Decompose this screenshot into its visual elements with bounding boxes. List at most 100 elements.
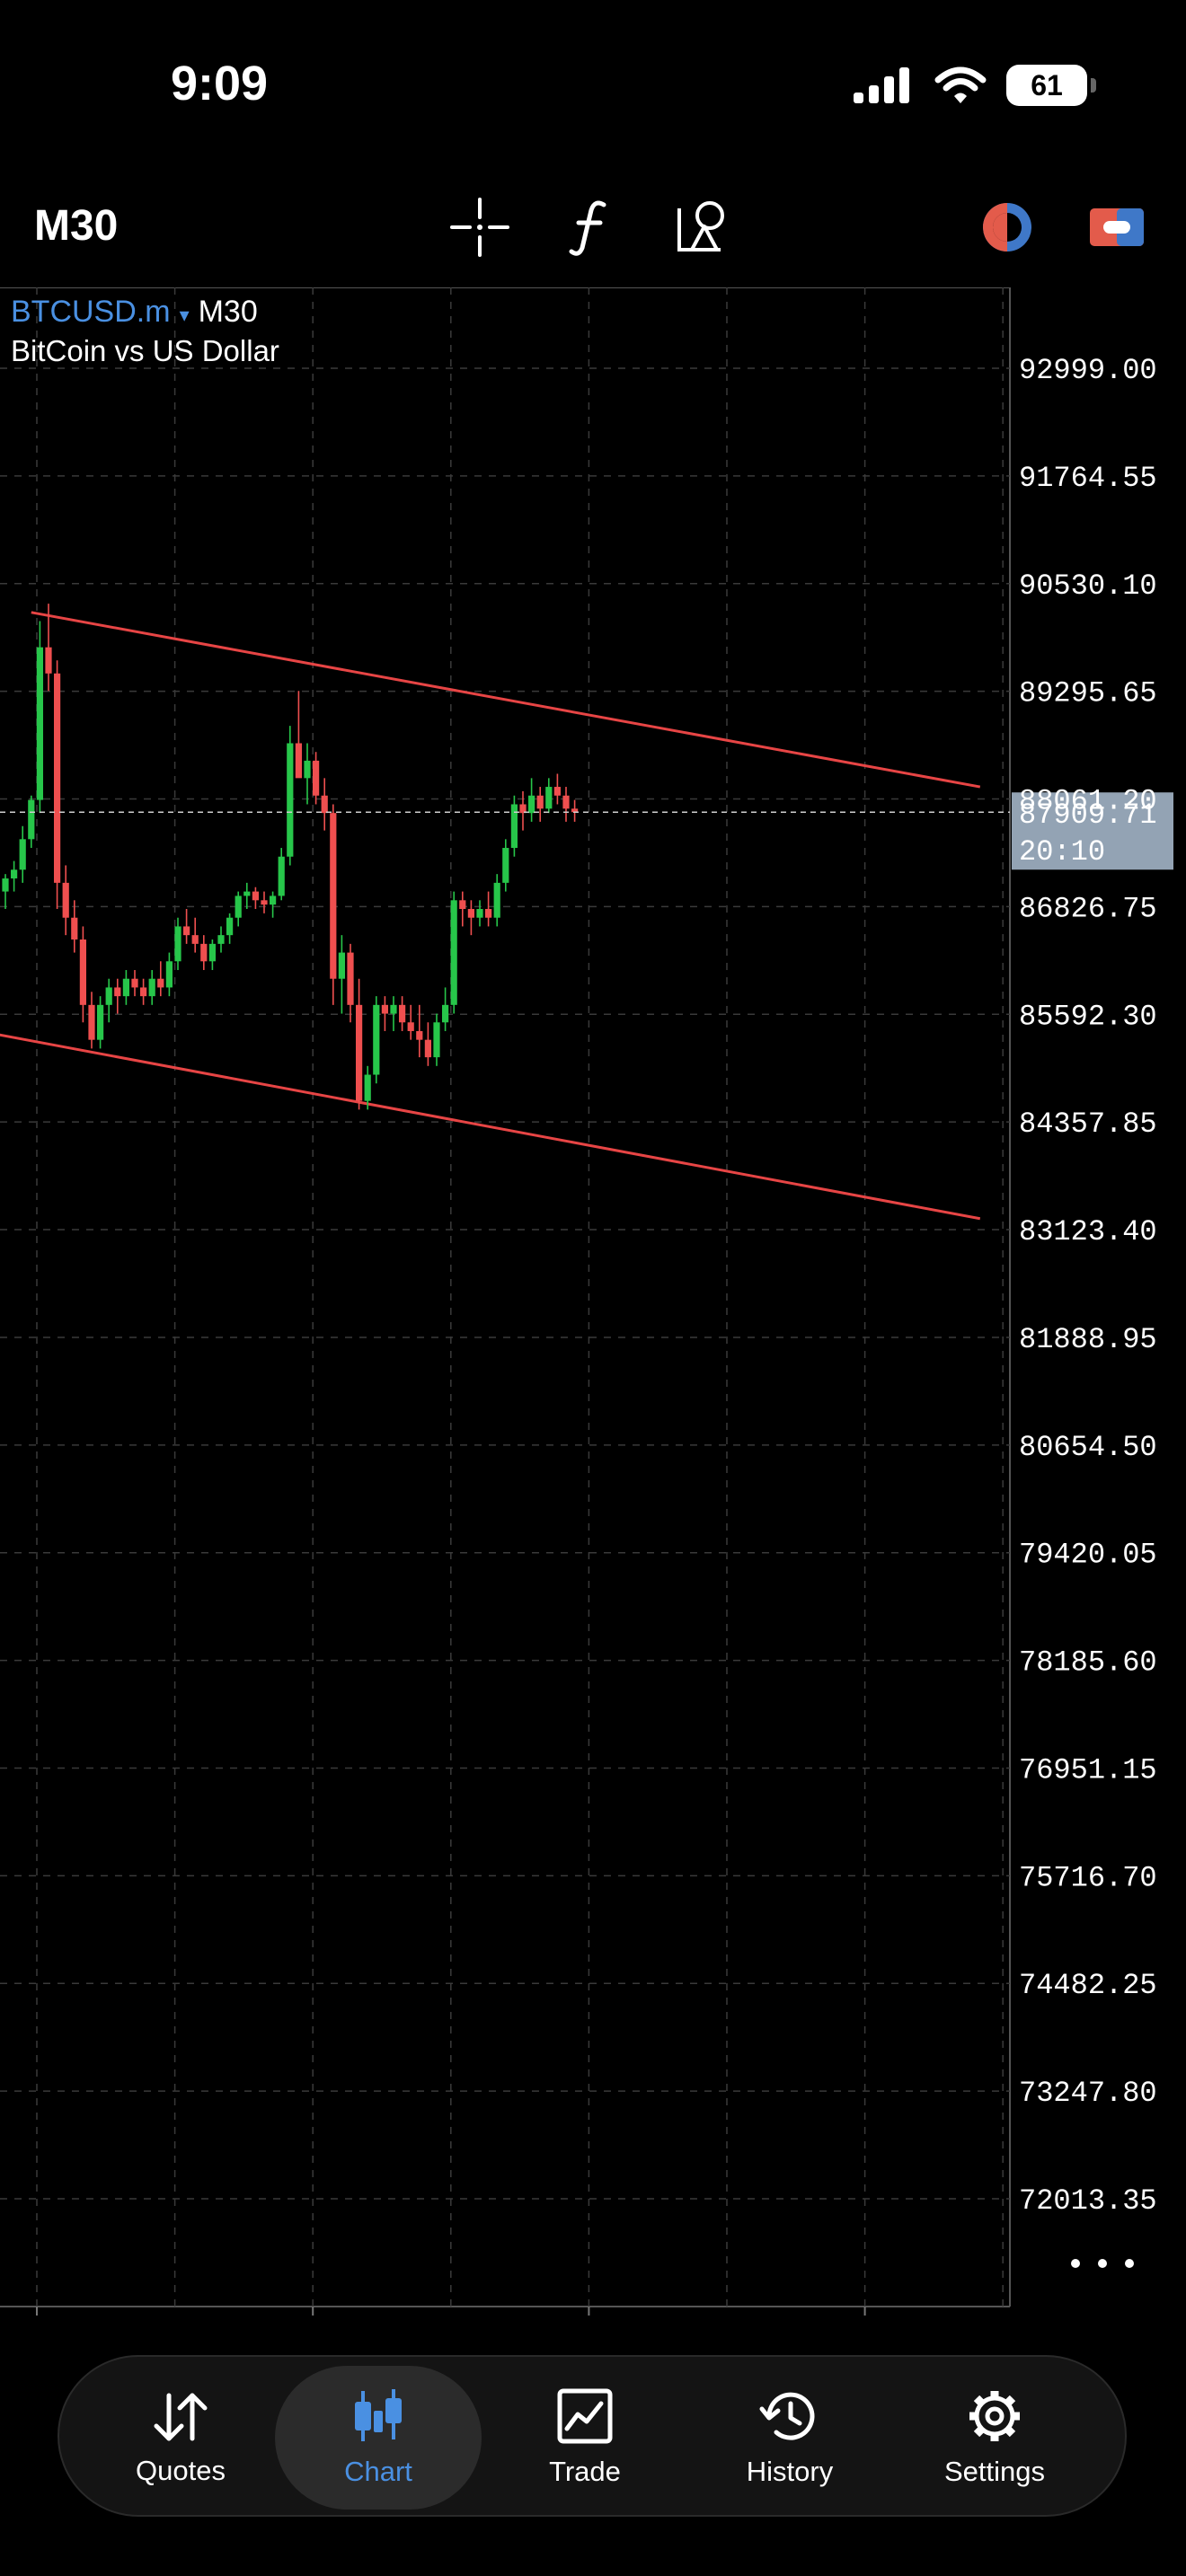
nav-chart[interactable]: Chart xyxy=(275,2366,482,2510)
candle-body xyxy=(157,978,164,988)
candle xyxy=(536,787,544,822)
time-tick-label: 19 Dec 15:00 xyxy=(757,2314,963,2317)
crosshair-icon[interactable] xyxy=(448,196,511,259)
nav-history[interactable]: History xyxy=(686,2366,893,2510)
candle-body xyxy=(208,943,216,962)
price-tick-label: 78185.60 xyxy=(1019,1646,1157,1680)
candle-body xyxy=(450,900,457,1005)
trade-panel-icon[interactable] xyxy=(1085,196,1148,259)
candle xyxy=(338,935,345,1014)
candle xyxy=(390,996,397,1031)
chart-symbol-header[interactable]: BTCUSD.m ▾ M30 xyxy=(11,295,258,330)
candle-body xyxy=(373,1004,380,1075)
candle-body xyxy=(174,926,181,962)
candle-body xyxy=(295,743,302,779)
candle xyxy=(28,795,35,849)
candle-body xyxy=(226,917,234,936)
candle-body xyxy=(19,839,26,870)
price-tick-label: 91764.55 xyxy=(1019,462,1157,495)
status-time: 9:09 xyxy=(171,57,269,110)
candle xyxy=(313,752,320,805)
candle-body xyxy=(71,917,78,940)
indicator-f-icon[interactable] xyxy=(560,196,623,259)
candle xyxy=(356,978,363,1110)
candle-body xyxy=(148,978,155,997)
cellular-signal-icon xyxy=(854,67,909,103)
chart-toolbar: M30 xyxy=(0,180,1186,278)
price-tick-label: 81888.95 xyxy=(1019,1323,1157,1356)
symbol-dropdown-icon[interactable]: ▾ xyxy=(180,304,190,326)
price-tick-label: 73247.80 xyxy=(1019,2077,1157,2110)
candle xyxy=(476,900,483,927)
candle xyxy=(105,978,112,1023)
price-tick-label: 88061.20 xyxy=(1019,785,1157,818)
price-tick-label: 75716.70 xyxy=(1019,1861,1157,1894)
candle xyxy=(304,743,311,805)
price-tick-label: 84357.85 xyxy=(1019,1107,1157,1141)
status-bar: 9:09 61 xyxy=(0,0,1186,171)
price-tick-label: 89295.65 xyxy=(1019,677,1157,710)
candle-body xyxy=(381,1004,388,1014)
wifi-icon xyxy=(934,66,987,103)
time-tick-label: 17 Dec 15:00 xyxy=(0,2314,136,2317)
candle-body xyxy=(493,882,500,918)
nav-trade[interactable]: Trade xyxy=(482,2366,688,2510)
candle-body xyxy=(97,1004,104,1040)
candle xyxy=(79,926,86,1023)
price-chart[interactable]: 87909.7120:10 92999.0091764.5590530.1089… xyxy=(0,287,1186,2317)
candle-body xyxy=(62,882,69,918)
chart-timeframe-label: M30 xyxy=(198,295,258,329)
bottom-navigation: Quotes Chart Trade History Settings xyxy=(58,2355,1127,2517)
candle xyxy=(502,839,509,892)
candle-body xyxy=(114,987,121,997)
nav-settings[interactable]: Settings xyxy=(891,2366,1098,2510)
candle-body xyxy=(122,978,129,997)
chart-candles-icon xyxy=(355,2389,402,2441)
objects-shapes-icon[interactable] xyxy=(672,196,735,259)
candle xyxy=(140,978,147,1005)
candle xyxy=(148,969,155,1005)
candle xyxy=(442,987,449,1031)
candle-body xyxy=(45,647,52,674)
candle xyxy=(545,778,553,814)
candle xyxy=(467,900,474,936)
candle xyxy=(519,790,527,831)
candle xyxy=(553,773,561,805)
battery-icon: 61 xyxy=(1006,65,1096,106)
candle-body xyxy=(347,952,354,1005)
candle-body xyxy=(243,891,251,896)
candle-body xyxy=(165,961,173,988)
candle xyxy=(200,935,208,970)
one-click-trading-icon[interactable] xyxy=(976,196,1039,259)
candle xyxy=(208,939,216,970)
candle-body xyxy=(502,848,509,883)
candle xyxy=(416,1004,423,1058)
candle-body xyxy=(321,795,328,814)
price-tick-label: 79420.05 xyxy=(1019,1539,1157,1572)
candle xyxy=(321,778,328,831)
timeframe-button[interactable]: M30 xyxy=(34,201,118,251)
candle xyxy=(217,926,225,953)
candle-body xyxy=(28,799,35,840)
history-clock-icon xyxy=(759,2392,815,2440)
price-tick-label: 72013.35 xyxy=(1019,2184,1157,2218)
nav-label-chart: Chart xyxy=(344,2456,412,2487)
candle-body xyxy=(330,813,337,979)
candle xyxy=(381,996,388,1031)
nav-quotes[interactable]: Quotes xyxy=(77,2366,284,2510)
candle xyxy=(493,874,500,927)
candle-body xyxy=(399,1004,406,1023)
candle xyxy=(19,825,26,883)
candle xyxy=(450,891,457,1014)
candle xyxy=(54,660,61,910)
symbol-name[interactable]: BTCUSD.m xyxy=(11,295,171,329)
candle-body xyxy=(536,795,544,809)
candle-body xyxy=(2,878,9,892)
price-tick-label: 80654.50 xyxy=(1019,1431,1157,1464)
more-options-icon[interactable] xyxy=(1071,2245,1134,2281)
candle xyxy=(36,621,43,814)
candle xyxy=(287,726,294,866)
candle xyxy=(243,882,251,910)
candle-body xyxy=(424,1039,431,1058)
candle-body xyxy=(88,1004,95,1040)
